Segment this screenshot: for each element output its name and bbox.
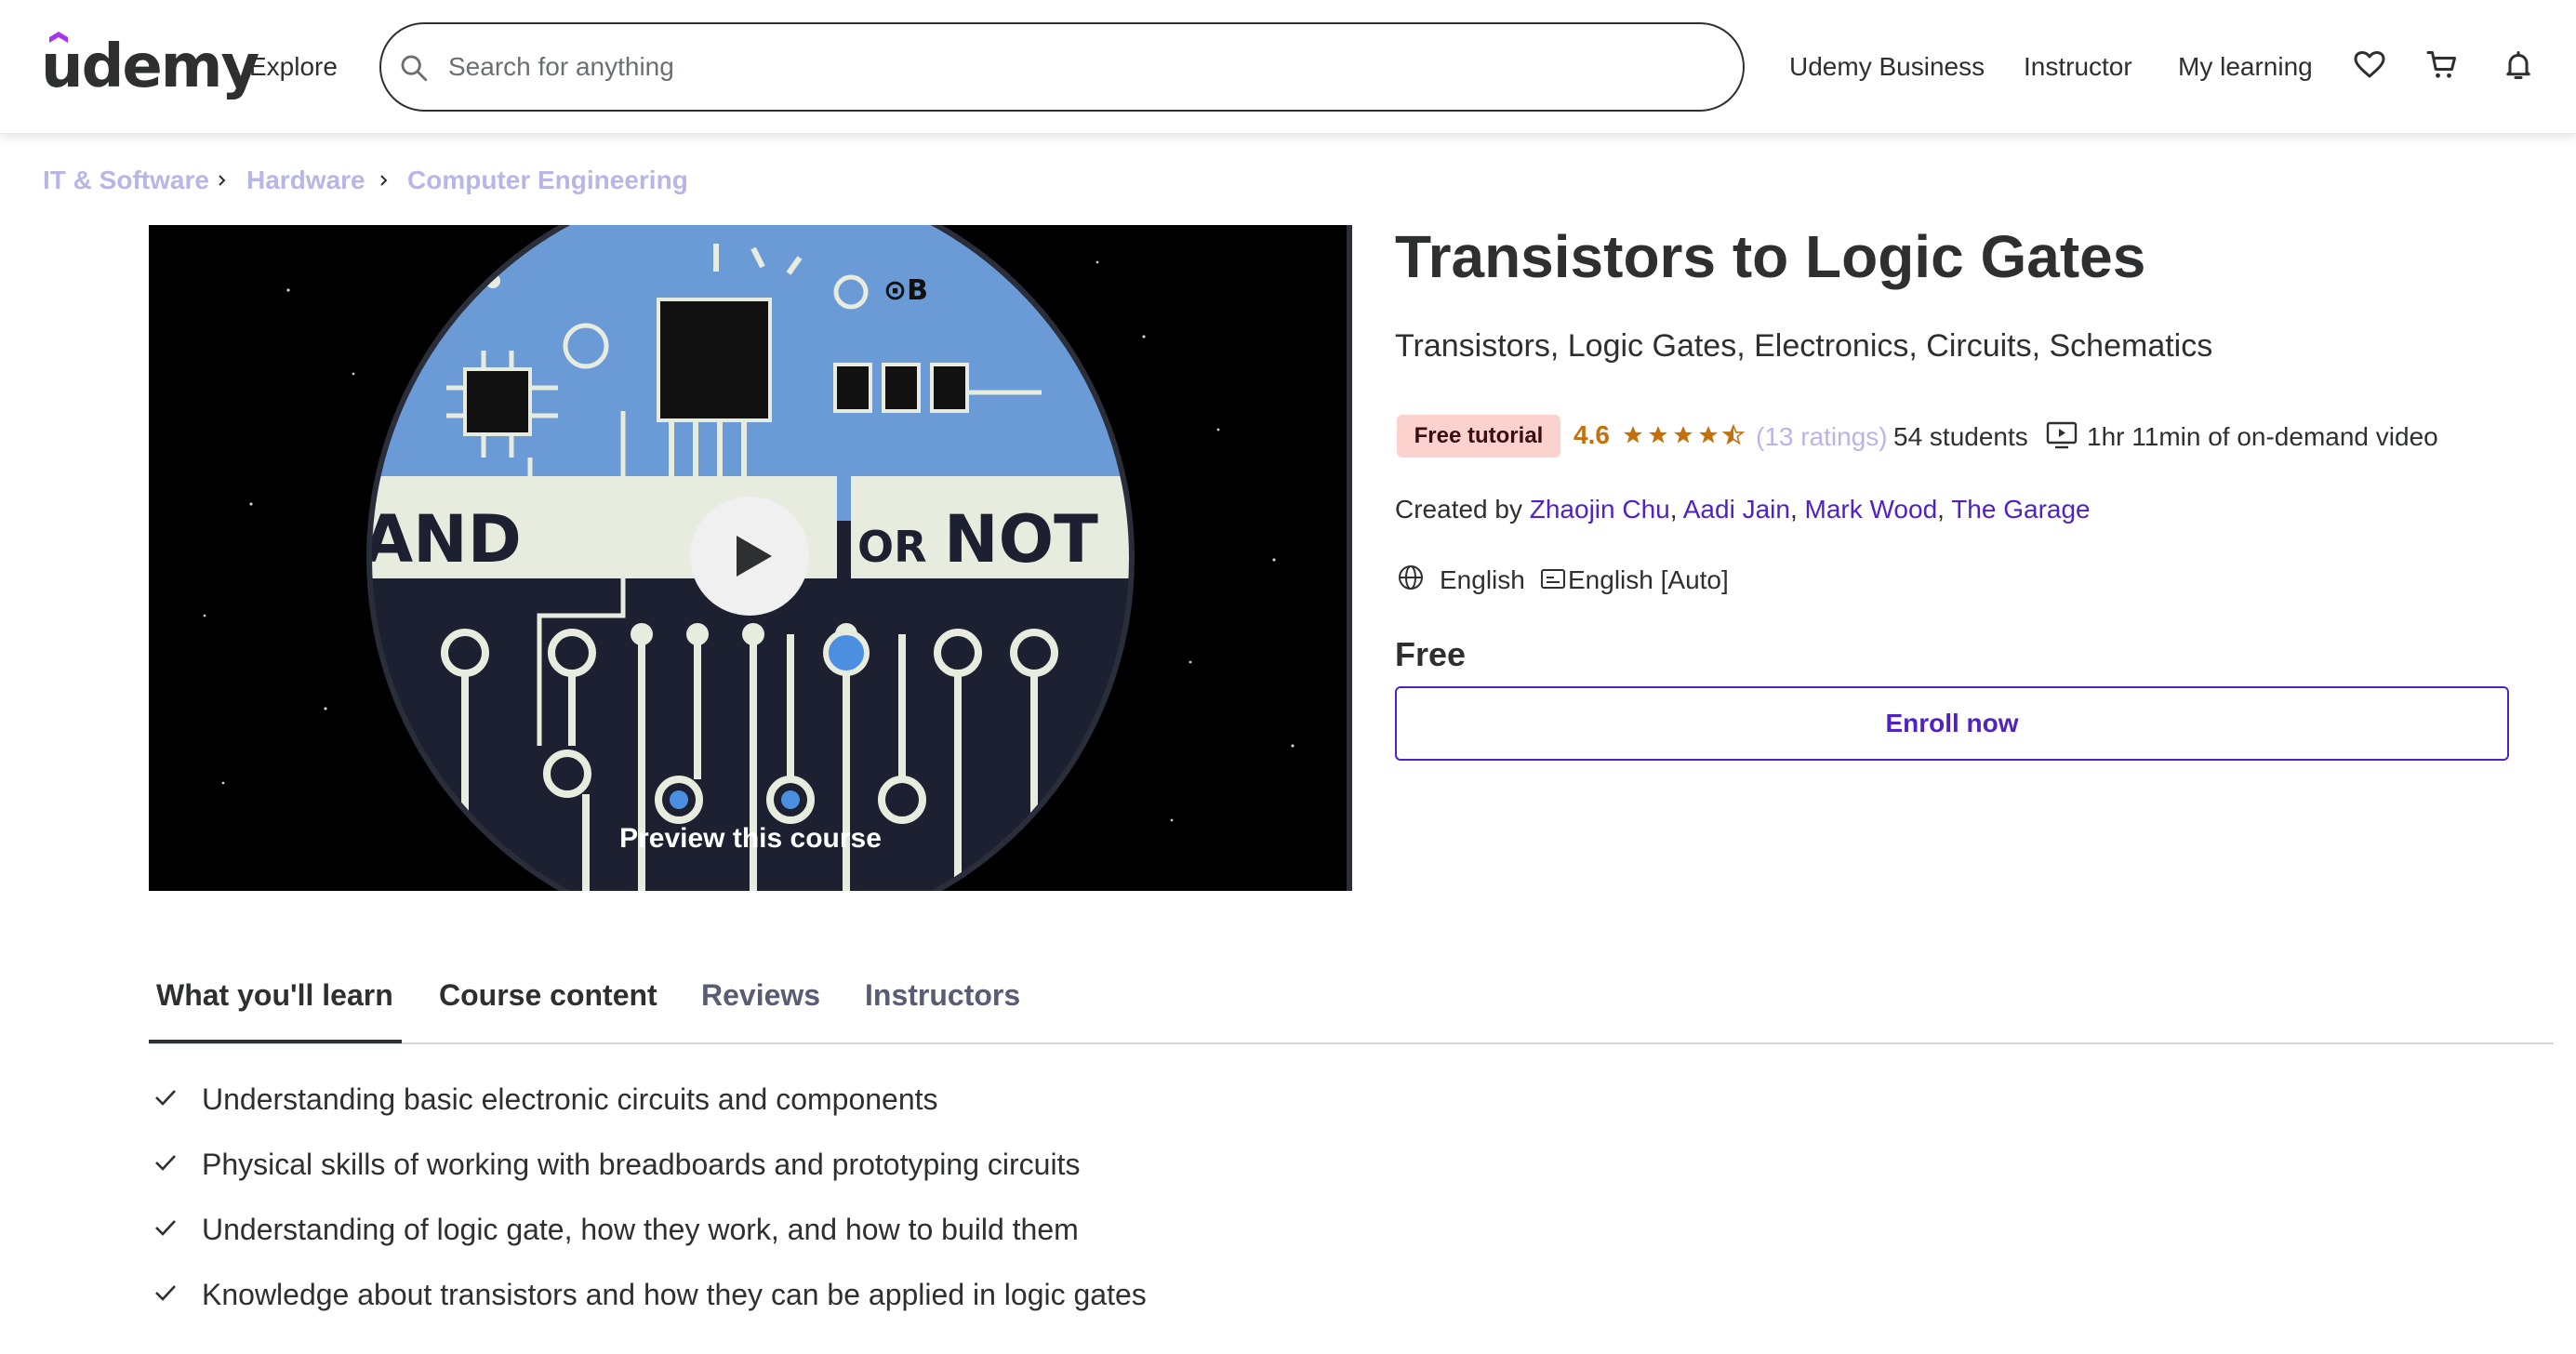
breadcrumb-hardware[interactable]: Hardware — [246, 164, 365, 197]
students-count: 54 students — [1893, 422, 2028, 451]
active-tab-indicator — [149, 1040, 402, 1043]
breadcrumb-computer-engineering[interactable]: Computer Engineering — [407, 164, 688, 197]
corner-label: ⊙B — [883, 274, 928, 307]
course-title: Transistors to Logic Gates — [1395, 223, 2146, 290]
bell-icon[interactable] — [2502, 48, 2535, 82]
my-learning-link[interactable]: My learning — [2178, 48, 2313, 86]
play-button[interactable] — [690, 497, 809, 616]
course-preview[interactable]: AND OR NOT ⊙B Preview this course — [149, 225, 1352, 891]
star-icon — [1699, 426, 1718, 444]
author-link[interactable]: Aadi Jain — [1683, 495, 1790, 524]
free-tutorial-badge: Free tutorial — [1397, 415, 1560, 458]
learn-item-text: Knowledge about transistors and how they… — [202, 1278, 1147, 1311]
search-bar[interactable] — [379, 22, 1745, 112]
preview-label: Preview this course — [619, 823, 882, 854]
check-icon — [155, 1285, 176, 1301]
chevron-right-icon — [380, 175, 388, 186]
star-icon — [1624, 426, 1642, 444]
tab-course-content[interactable]: Course content — [439, 976, 657, 1014]
udemy-logo[interactable]: udemy — [41, 32, 259, 100]
author-link[interactable]: Mark Wood — [1805, 495, 1938, 524]
star-icon — [1649, 426, 1667, 444]
tab-what-youll-learn[interactable]: What you'll learn — [156, 976, 393, 1014]
check-icon — [155, 1090, 176, 1106]
tabs-divider — [149, 1042, 2554, 1044]
search-input[interactable] — [448, 45, 1713, 89]
check-icon — [155, 1155, 176, 1171]
logo-cap-icon — [49, 32, 68, 43]
tab-instructors[interactable]: Instructors — [865, 976, 1020, 1014]
course-price: Free — [1395, 635, 1467, 673]
search-icon[interactable] — [398, 52, 430, 84]
explore-link[interactable]: Explore — [249, 48, 338, 86]
tab-reviews[interactable]: Reviews — [701, 976, 820, 1014]
created-by-label: Created by — [1395, 495, 1522, 524]
breadcrumb-it-software[interactable]: IT & Software — [43, 164, 209, 197]
course-language: English — [1440, 565, 1525, 594]
created-by: Created by Zhaojin Chu, Aadi Jain, Mark … — [1395, 495, 2091, 524]
cart-icon[interactable] — [2425, 48, 2459, 82]
video-length: 1hr 11min of on-demand video — [2087, 422, 2438, 451]
top-header: udemy Explore Udemy Business Instructor … — [0, 0, 2576, 134]
gate-label-not: NOT — [944, 501, 1098, 577]
logo-wordmark: udemy — [41, 33, 259, 101]
heart-icon[interactable] — [2353, 48, 2386, 82]
gate-label-and: AND — [363, 501, 522, 577]
globe-icon — [1399, 565, 1423, 590]
captions-language: English [Auto] — [1568, 565, 1729, 594]
star-icon — [1674, 426, 1693, 444]
learn-item-text: Physical skills of working with breadboa… — [202, 1148, 1081, 1181]
learn-item-text: Understanding of logic gate, how they wo… — [202, 1213, 1079, 1246]
instructor-link[interactable]: Instructor — [2024, 48, 2132, 86]
chevron-right-icon — [219, 175, 226, 186]
enroll-button[interactable]: Enroll now — [1395, 686, 2509, 761]
udemy-business-link[interactable]: Udemy Business — [1789, 48, 1985, 86]
video-icon — [2046, 421, 2078, 449]
author-link[interactable]: Zhaojin Chu — [1530, 495, 1670, 524]
rating-stars — [1624, 425, 1744, 445]
author-link[interactable]: The Garage — [1951, 495, 2090, 524]
gate-label-or: OR — [857, 522, 927, 572]
check-icon — [155, 1220, 176, 1236]
captions-icon — [1541, 569, 1565, 589]
course-subtitle: Transistors, Logic Gates, Electronics, C… — [1395, 328, 2213, 364]
star-half-icon — [1723, 425, 1744, 445]
rating-count-link[interactable]: (13 ratings) — [1756, 420, 1888, 454]
play-icon — [737, 536, 772, 577]
rating-value: 4.6 — [1573, 420, 1610, 449]
preview-edge — [1347, 225, 1352, 891]
learn-item-text: Understanding basic electronic circuits … — [202, 1082, 938, 1116]
